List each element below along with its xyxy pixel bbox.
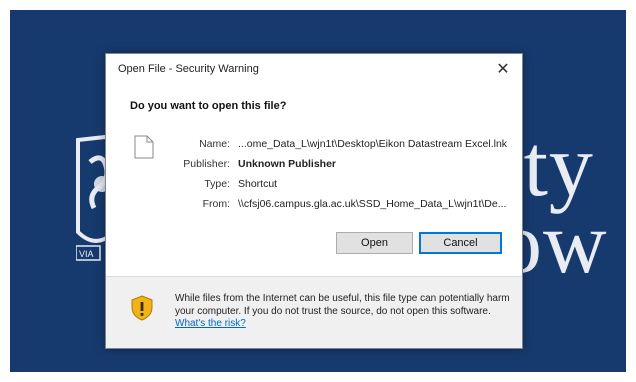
detail-row-name: Name: ...ome_Data_L\wjn1t\Desktop\Eikon … (162, 138, 507, 158)
warning-text: While files from the Internet can be use… (175, 293, 510, 317)
detail-row-publisher: Publisher: Unknown Publisher (162, 158, 507, 178)
whats-the-risk-link[interactable]: What's the risk? (175, 318, 246, 329)
warning-footer: While files from the Internet can be use… (106, 277, 522, 348)
type-label: Type: (204, 178, 230, 190)
file-icon (134, 135, 154, 159)
security-warning-dialog: Open File - Security Warning ✕ Do you wa… (105, 53, 523, 349)
crest-text: VIA (79, 249, 94, 259)
name-value: ...ome_Data_L\wjn1t\Desktop\Eikon Datast… (238, 138, 508, 150)
publisher-label: Publisher: (183, 158, 230, 170)
close-icon[interactable]: ✕ (494, 60, 512, 78)
detail-row-from: From: \\cfsj06.campus.gla.ac.uk\SSD_Home… (162, 198, 507, 218)
from-label: From: (202, 198, 230, 210)
dialog-titlebar[interactable]: Open File - Security Warning ✕ (106, 54, 522, 84)
type-value: Shortcut (238, 178, 278, 190)
open-button[interactable]: Open (336, 232, 413, 254)
dialog-question: Do you want to open this file? (130, 100, 287, 112)
shield-warning-icon (131, 295, 153, 321)
detail-row-type: Type: Shortcut (162, 178, 507, 198)
name-label: Name: (199, 138, 230, 150)
file-details: Name: ...ome_Data_L\wjn1t\Desktop\Eikon … (162, 138, 507, 218)
desktop-background: ity ow VIA Open File - Security Warning … (10, 10, 626, 372)
from-value: \\cfsj06.campus.gla.ac.uk\SSD_Home_Data_… (238, 198, 507, 210)
warning-message: While files from the Internet can be use… (175, 293, 510, 331)
dialog-title: Open File - Security Warning (118, 63, 259, 75)
publisher-value: Unknown Publisher (238, 158, 337, 170)
cancel-button[interactable]: Cancel (419, 232, 502, 254)
